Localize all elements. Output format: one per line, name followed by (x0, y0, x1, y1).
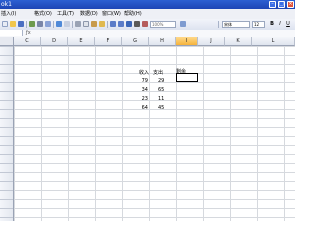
cell-expense-4[interactable]: 45 (158, 104, 164, 113)
window-title: ok1 (1, 1, 12, 8)
save-icon[interactable] (18, 21, 24, 27)
minimize-button[interactable]: – (269, 1, 276, 8)
name-box[interactable] (0, 30, 23, 36)
permission-icon[interactable] (29, 21, 35, 27)
help-icon[interactable] (180, 21, 186, 27)
italic-button[interactable]: I (277, 21, 283, 28)
menu-help[interactable]: 帮助(H) (124, 11, 142, 17)
cell-expense-2[interactable]: 65 (158, 86, 164, 95)
column-header-d[interactable]: D (41, 37, 68, 46)
close-button[interactable]: × (287, 1, 294, 8)
cell-expense-1[interactable]: 29 (158, 77, 164, 86)
cell-income-2[interactable]: 34 (122, 86, 148, 95)
column-header-g[interactable]: G (122, 37, 149, 46)
toolbar-separator (72, 21, 73, 28)
column-header-j[interactable]: J (198, 37, 225, 46)
copy-icon[interactable] (83, 21, 89, 27)
new-file-icon[interactable] (2, 21, 8, 27)
column-header-h[interactable]: H (149, 37, 176, 46)
autosum-icon[interactable] (134, 21, 140, 27)
underline-button[interactable]: U (285, 21, 291, 28)
cell-income-4[interactable]: 64 (122, 104, 148, 113)
cut-icon[interactable] (75, 21, 81, 27)
sort-icon[interactable] (142, 21, 148, 27)
open-folder-icon[interactable] (10, 21, 16, 27)
column-header-e[interactable]: E (68, 37, 95, 46)
fx-icon[interactable]: ƒx (26, 30, 31, 36)
select-all-corner[interactable] (0, 37, 14, 46)
column-header-c[interactable]: C (14, 37, 41, 46)
column-header-l[interactable]: L (252, 37, 295, 46)
cell-income-1[interactable]: 79 (122, 77, 148, 86)
row-headers[interactable] (0, 46, 14, 221)
font-size-dropdown[interactable]: 12 (252, 21, 265, 28)
format-painter-icon[interactable] (99, 21, 105, 27)
toolbar-separator (107, 21, 108, 28)
bold-button[interactable]: B (269, 21, 275, 28)
cell-header-balance[interactable]: 剩余 (176, 68, 186, 77)
hyperlink-icon[interactable] (126, 21, 132, 27)
menu-insert[interactable]: 插入(I) (1, 11, 16, 17)
title-bar: ok1 – □ × (0, 0, 295, 9)
cell-expense-3[interactable]: 11 (158, 95, 164, 104)
toolbar-separator (26, 21, 27, 28)
undo-icon[interactable] (110, 21, 116, 27)
menu-format[interactable]: 格式(O) (34, 11, 52, 17)
maximize-button[interactable]: □ (278, 1, 285, 8)
paste-icon[interactable] (91, 21, 97, 27)
font-name-dropdown[interactable]: 宋体 (222, 21, 250, 28)
cell-income-3[interactable]: 23 (122, 95, 148, 104)
column-header-f[interactable]: F (95, 37, 122, 46)
menu-data[interactable]: 数据(D) (80, 11, 98, 17)
menu-window[interactable]: 窗口(W) (102, 11, 121, 17)
print-icon[interactable] (37, 21, 43, 27)
research-icon[interactable] (64, 21, 70, 27)
spelling-icon[interactable] (56, 21, 62, 27)
zoom-dropdown[interactable]: 100% (150, 21, 176, 28)
toolbar-separator (53, 21, 54, 28)
column-header-i[interactable]: I (176, 37, 198, 46)
redo-icon[interactable] (118, 21, 124, 27)
column-header-k[interactable]: K (225, 37, 252, 46)
print-preview-icon[interactable] (45, 21, 51, 27)
menu-tools[interactable]: 工具(T) (57, 11, 74, 17)
toolbar-separator (218, 21, 219, 28)
